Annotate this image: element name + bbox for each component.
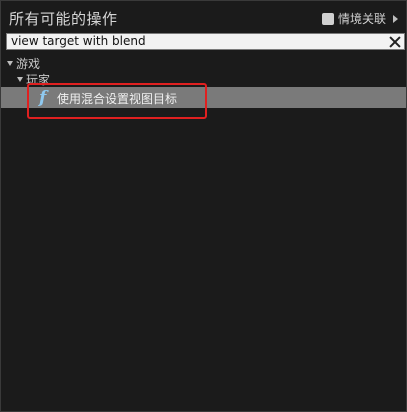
context-sensitive-toggle[interactable]: 情境关联 [321, 10, 398, 27]
category-label: 游戏 [16, 57, 41, 71]
search-input[interactable] [7, 34, 388, 49]
clear-search-icon[interactable] [388, 35, 402, 49]
chevron-right-icon[interactable] [393, 14, 398, 23]
expand-triangle-icon[interactable] [7, 61, 13, 66]
context-label: 情境关联 [337, 12, 386, 26]
red-highlight-box [27, 83, 207, 119]
panel-title: 所有可能的操作 [9, 10, 118, 28]
tree-category-game[interactable]: 游戏 [7, 55, 40, 72]
expand-triangle-icon[interactable] [17, 77, 23, 82]
search-box[interactable] [6, 33, 405, 50]
actions-panel: 所有可能的操作 情境关联 游戏 玩家 f 使用混合设置视图目标 [0, 0, 407, 412]
context-checkbox[interactable] [321, 12, 334, 25]
